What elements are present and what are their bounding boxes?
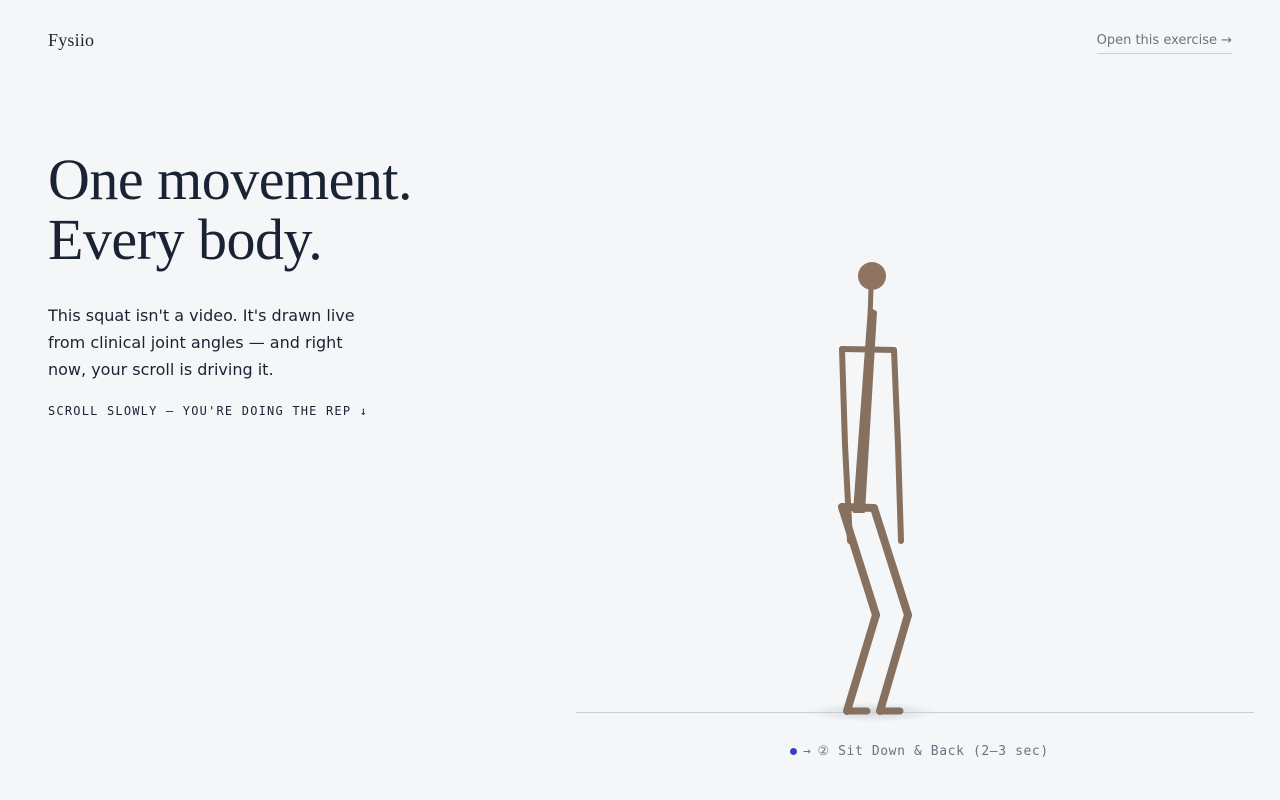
back-arm-lower xyxy=(895,442,904,544)
page: Fysiio Open this exercise → One movement… xyxy=(0,0,1280,800)
brand-logo[interactable]: Fysiio xyxy=(48,30,94,51)
back-leg-thigh xyxy=(870,504,912,619)
front-arm-upper xyxy=(839,346,848,448)
neck xyxy=(867,285,874,321)
back-arm-upper xyxy=(891,347,901,448)
front-leg-shin xyxy=(843,611,880,715)
headline-line-2: Every body. xyxy=(48,207,323,272)
hip-line xyxy=(838,503,878,512)
front-leg-thigh xyxy=(838,503,880,619)
floor-shadow xyxy=(807,702,939,722)
back-leg-shin xyxy=(876,611,912,715)
step-arrow-icon: → xyxy=(803,744,812,759)
squat-figure-stage xyxy=(576,262,1254,722)
step-label: ② Sit Down & Back (2–3 sec) xyxy=(817,744,1049,759)
figure-head xyxy=(858,262,886,290)
intro-paragraph: This squat isn't a video. It's drawn liv… xyxy=(48,306,355,379)
torso xyxy=(853,307,877,513)
front-arm-lower xyxy=(842,442,853,544)
scroll-hint: SCROLL SLOWLY — YOU'RE DOING THE REP ↓ xyxy=(48,404,369,418)
shoulder-line xyxy=(839,346,897,353)
page-headline: One movement. Every body. xyxy=(48,150,412,270)
headline-line-1: One movement. xyxy=(48,147,412,212)
exercise-step-caption: → ② Sit Down & Back (2–3 sec) xyxy=(790,744,1049,759)
open-exercise-link[interactable]: Open this exercise → xyxy=(1096,33,1232,54)
squat-figure xyxy=(838,285,912,715)
progress-dot-indicator xyxy=(790,748,797,755)
